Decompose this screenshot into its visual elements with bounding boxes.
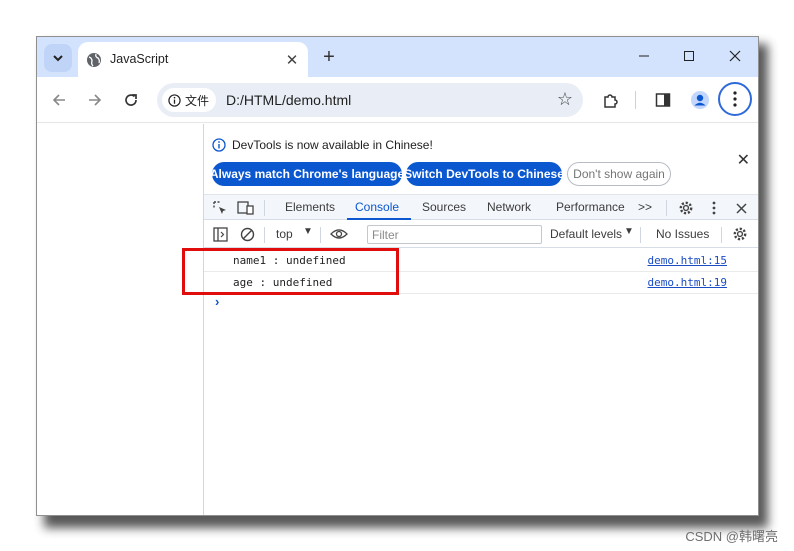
infobar-close-icon[interactable]: ✕ [737,150,750,170]
devtools-panel: DevTools is now available in Chinese! ✕ … [204,124,758,515]
console-source-link[interactable]: demo.html:19 [648,276,727,289]
close-window-button[interactable] [720,43,750,69]
puzzle-icon [604,94,618,108]
back-button[interactable] [45,86,73,114]
console-prompt-icon[interactable]: › [215,294,219,309]
minimize-button[interactable] [629,43,659,69]
tab-sources[interactable]: Sources [422,200,466,214]
log-levels-dropdown[interactable]: Default levels [550,227,622,241]
console-settings-button[interactable] [731,225,749,243]
reload-icon [125,94,137,106]
side-panel-icon [655,93,671,107]
more-vertical-icon [733,91,737,107]
bookmark-star-icon[interactable]: ☆ [557,89,573,110]
match-language-button[interactable]: Always match Chrome's language [210,162,404,186]
maximize-icon [684,51,694,61]
bar-divider [320,227,321,243]
tab-strip: JavaScript ✕ + [37,37,758,77]
bar-divider [640,227,641,243]
gear-icon [733,227,747,241]
clear-console-button[interactable] [238,225,256,243]
live-expression-button[interactable] [330,225,348,243]
caret-down-icon[interactable]: ▼ [303,226,313,237]
browser-toolbar: 文件 D:/HTML/demo.html ☆ [37,77,758,123]
inspect-element-button[interactable] [211,199,229,217]
globe-icon [87,53,101,67]
tab-title: JavaScript [110,52,169,66]
device-toolbar-button[interactable] [237,199,255,217]
browser-tab[interactable]: JavaScript ✕ [78,42,308,77]
arrow-right-icon [89,94,102,106]
url-text[interactable]: D:/HTML/demo.html [226,92,351,108]
bar-divider [721,227,722,243]
devtools-settings-button[interactable] [677,199,695,217]
active-tab-indicator [347,218,411,220]
maximize-button[interactable] [674,43,704,69]
console-filter-input[interactable]: Filter [367,225,542,244]
bar-divider [264,227,265,243]
tab-performance[interactable]: Performance [556,200,625,214]
caret-down-icon[interactable]: ▼ [624,226,634,237]
context-selector[interactable]: top [276,227,293,241]
gear-icon [679,201,693,215]
tab-divider [264,200,265,216]
tab-network[interactable]: Network [487,200,531,214]
device-icon [237,201,254,215]
console-sidebar-button[interactable] [211,225,229,243]
language-infobar: DevTools is now available in Chinese! ✕ … [204,124,758,192]
console-toolbar: top ▼ Filter Default levels ▼ No Issues [204,221,758,248]
new-tab-button[interactable]: + [317,45,341,69]
chevron-down-icon [53,55,63,62]
toolbar-divider [635,91,636,109]
inspect-icon [213,201,226,214]
console-source-link[interactable]: demo.html:15 [648,254,727,267]
devtools-close-button[interactable] [732,199,750,217]
close-icon [735,202,747,214]
minimize-icon [639,55,649,57]
tab-divider [666,200,667,216]
chip-label: 文件 [185,93,210,108]
address-bar[interactable]: 文件 D:/HTML/demo.html ☆ [157,83,583,117]
devtools-menu-button[interactable] [705,199,723,217]
highlight-annotation-box [182,248,399,295]
close-icon [729,50,741,62]
info-icon [168,93,181,107]
issues-counter[interactable]: No Issues [656,227,709,241]
tab-console[interactable]: Console [355,200,399,214]
avatar-icon [691,91,709,109]
infobar-text: DevTools is now available in Chinese! [232,138,433,152]
dont-show-again-button[interactable]: Don't show again [567,162,671,186]
devtools-tab-bar: Elements Console Sources Network Perform… [204,194,758,220]
tab-search-button[interactable] [44,44,72,72]
eye-icon [330,229,348,239]
side-panel-button[interactable] [649,86,677,114]
sidebar-icon [212,226,228,242]
more-tabs-button[interactable]: >> [638,200,652,214]
chrome-menu-button[interactable] [718,82,752,116]
switch-language-button[interactable]: Switch DevTools to Chinese [404,162,564,186]
block-icon [240,227,254,241]
more-vertical-icon [712,201,716,215]
reload-button[interactable] [117,86,145,114]
profile-button[interactable] [686,86,714,114]
watermark: CSDN @韩曙亮 [685,529,778,544]
arrow-left-icon [52,94,65,106]
tab-close-icon[interactable]: ✕ [282,50,302,70]
forward-button[interactable] [81,86,109,114]
site-info-chip[interactable]: 文件 [162,88,216,112]
tab-elements[interactable]: Elements [285,200,335,214]
page-viewport[interactable] [37,124,204,515]
extensions-button[interactable] [597,86,625,114]
info-icon [212,138,226,152]
